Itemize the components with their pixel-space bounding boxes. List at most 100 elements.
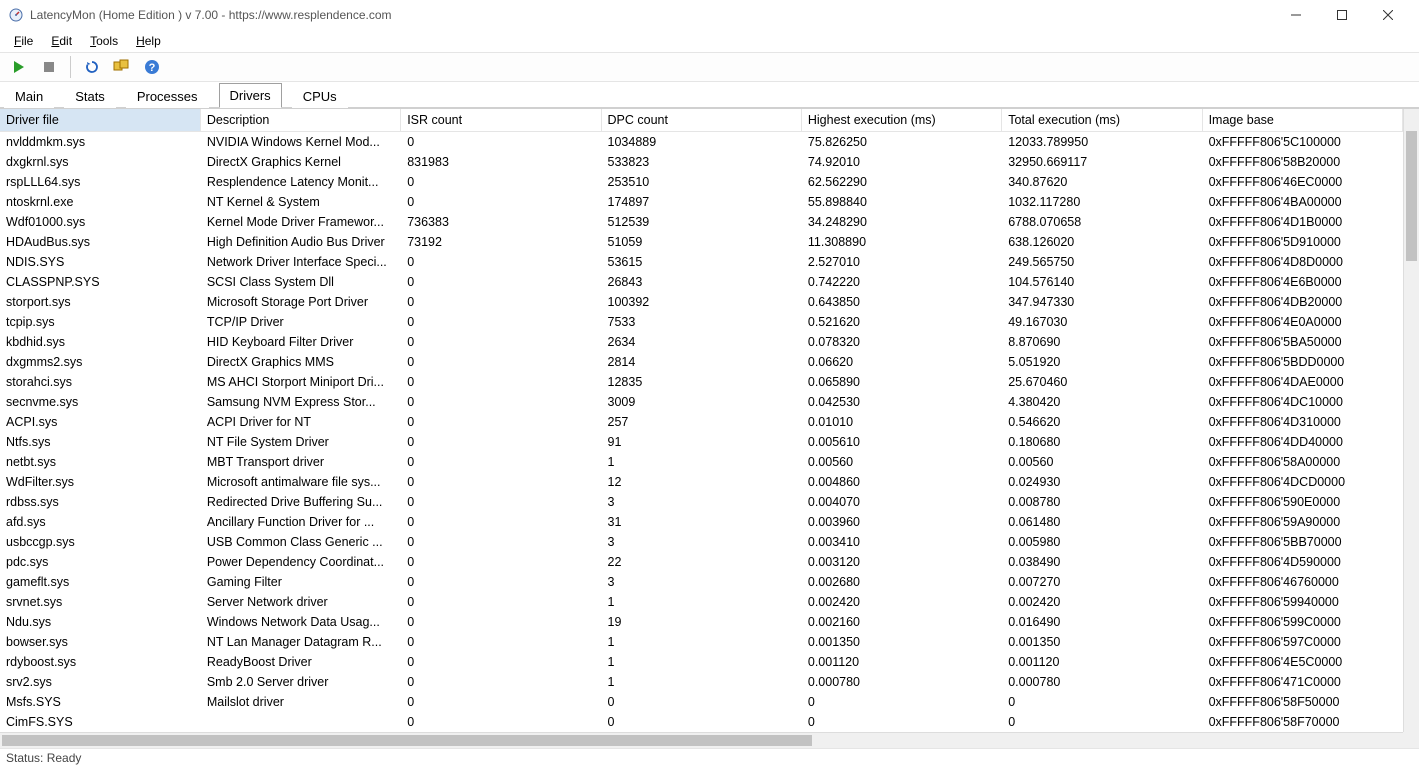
table-cell: usbccgp.sys	[0, 532, 200, 552]
table-cell: storahci.sys	[0, 372, 200, 392]
table-cell: 0	[401, 332, 601, 352]
scroll-corner	[1403, 732, 1419, 748]
tab-stats[interactable]: Stats	[64, 84, 116, 108]
table-cell: Samsung NVM Express Stor...	[200, 392, 400, 412]
table-row[interactable]: tcpip.sysTCP/IP Driver075330.52162049.16…	[0, 312, 1403, 332]
table-cell: Server Network driver	[200, 592, 400, 612]
vertical-scroll-thumb[interactable]	[1406, 131, 1417, 261]
table-row[interactable]: gameflt.sysGaming Filter030.0026800.0072…	[0, 572, 1403, 592]
table-cell: 0.00560	[1002, 452, 1202, 472]
table-cell: 0xFFFFF806'4DD40000	[1202, 432, 1402, 452]
table-row[interactable]: ACPI.sysACPI Driver for NT02570.010100.5…	[0, 412, 1403, 432]
table-row[interactable]: kbdhid.sysHID Keyboard Filter Driver0263…	[0, 332, 1403, 352]
table-row[interactable]: Ndu.sysWindows Network Data Usag...0190.…	[0, 612, 1403, 632]
table-cell: rspLLL64.sys	[0, 172, 200, 192]
column-header[interactable]: ISR count	[401, 109, 601, 132]
table-row[interactable]: CLASSPNP.SYSSCSI Class System Dll0268430…	[0, 272, 1403, 292]
table-cell: rdyboost.sys	[0, 652, 200, 672]
horizontal-scroll-thumb[interactable]	[2, 735, 812, 746]
table-cell: 0.180680	[1002, 432, 1202, 452]
table-row[interactable]: NDIS.SYSNetwork Driver Interface Speci..…	[0, 252, 1403, 272]
table-cell: 0	[401, 712, 601, 732]
table-cell: srvnet.sys	[0, 592, 200, 612]
table-row[interactable]: storport.sysMicrosoft Storage Port Drive…	[0, 292, 1403, 312]
table-cell: 0	[1002, 692, 1202, 712]
maximize-button[interactable]	[1319, 0, 1365, 30]
column-header[interactable]: Description	[200, 109, 400, 132]
menu-edit[interactable]: Edit	[43, 32, 80, 50]
column-header[interactable]: Highest execution (ms)	[801, 109, 1001, 132]
table-row[interactable]: bowser.sysNT Lan Manager Datagram R...01…	[0, 632, 1403, 652]
menu-tools[interactable]: Tools	[82, 32, 126, 50]
table-cell: Msfs.SYS	[0, 692, 200, 712]
table-row[interactable]: rdyboost.sysReadyBoost Driver010.0011200…	[0, 652, 1403, 672]
table-cell: 49.167030	[1002, 312, 1202, 332]
table-cell: Resplendence Latency Monit...	[200, 172, 400, 192]
table-cell: 0.521620	[801, 312, 1001, 332]
table-row[interactable]: secnvme.sysSamsung NVM Express Stor...03…	[0, 392, 1403, 412]
table-row[interactable]: usbccgp.sysUSB Common Class Generic ...0…	[0, 532, 1403, 552]
close-button[interactable]	[1365, 0, 1411, 30]
statusbar: Status: Ready	[0, 748, 1419, 768]
table-cell: 0.004860	[801, 472, 1001, 492]
column-header[interactable]: Total execution (ms)	[1002, 109, 1202, 132]
table-row[interactable]: HDAudBus.sysHigh Definition Audio Bus Dr…	[0, 232, 1403, 252]
table-cell: Mailslot driver	[200, 692, 400, 712]
column-header[interactable]: Image base	[1202, 109, 1402, 132]
table-row[interactable]: pdc.sysPower Dependency Coordinat...0220…	[0, 552, 1403, 572]
table-cell: 0.061480	[1002, 512, 1202, 532]
column-header[interactable]: DPC count	[601, 109, 801, 132]
table-cell: 0xFFFFF806'5D910000	[1202, 232, 1402, 252]
table-row[interactable]: rdbss.sysRedirected Drive Buffering Su..…	[0, 492, 1403, 512]
table-cell: 0.065890	[801, 372, 1001, 392]
help-button[interactable]: ?	[139, 54, 165, 80]
table-cell: 4.380420	[1002, 392, 1202, 412]
table-cell: bowser.sys	[0, 632, 200, 652]
table-cell: 0	[401, 252, 601, 272]
table-cell: WdFilter.sys	[0, 472, 200, 492]
table-row[interactable]: storahci.sysMS AHCI Storport Miniport Dr…	[0, 372, 1403, 392]
table-row[interactable]: CimFS.SYS00000xFFFFF806'58F70000	[0, 712, 1403, 732]
tab-cpus[interactable]: CPUs	[292, 84, 348, 108]
table-cell: 34.248290	[801, 212, 1001, 232]
table-cell: 25.670460	[1002, 372, 1202, 392]
table-cell: 0xFFFFF806'4BA00000	[1202, 192, 1402, 212]
tab-processes[interactable]: Processes	[126, 84, 209, 108]
menu-help[interactable]: Help	[128, 32, 169, 50]
table-row[interactable]: Msfs.SYSMailslot driver00000xFFFFF806'58…	[0, 692, 1403, 712]
table-row[interactable]: ntoskrnl.exeNT Kernel & System017489755.…	[0, 192, 1403, 212]
table-row[interactable]: Wdf01000.sysKernel Mode Driver Framewor.…	[0, 212, 1403, 232]
select-all-button[interactable]	[109, 54, 135, 80]
menu-file[interactable]: File	[6, 32, 41, 50]
table-cell: 3	[601, 492, 801, 512]
tab-drivers[interactable]: Drivers	[219, 83, 282, 108]
table-row[interactable]: netbt.sysMBT Transport driver010.005600.…	[0, 452, 1403, 472]
table-cell: 12	[601, 472, 801, 492]
vertical-scrollbar[interactable]	[1403, 109, 1419, 732]
table-row[interactable]: nvlddmkm.sysNVIDIA Windows Kernel Mod...…	[0, 132, 1403, 152]
column-header[interactable]: Driver file	[0, 109, 200, 132]
table-cell: 0	[801, 692, 1001, 712]
table-cell: 0	[401, 192, 601, 212]
window-title: LatencyMon (Home Edition ) v 7.00 - http…	[30, 8, 1273, 22]
table-row[interactable]: dxgmms2.sysDirectX Graphics MMS028140.06…	[0, 352, 1403, 372]
table-cell: 0	[401, 352, 601, 372]
tab-main[interactable]: Main	[4, 84, 54, 108]
table-row[interactable]: rspLLL64.sysResplendence Latency Monit..…	[0, 172, 1403, 192]
table-row[interactable]: srv2.sysSmb 2.0 Server driver010.0007800…	[0, 672, 1403, 692]
table-cell: 0xFFFFF806'46EC0000	[1202, 172, 1402, 192]
table-row[interactable]: afd.sysAncillary Function Driver for ...…	[0, 512, 1403, 532]
horizontal-scrollbar[interactable]	[0, 732, 1403, 748]
play-button[interactable]	[6, 54, 32, 80]
table-row[interactable]: Ntfs.sysNT File System Driver0910.005610…	[0, 432, 1403, 452]
table-cell: 19	[601, 612, 801, 632]
table-cell: 26843	[601, 272, 801, 292]
minimize-button[interactable]	[1273, 0, 1319, 30]
stop-button[interactable]	[36, 54, 62, 80]
table-cell: 91	[601, 432, 801, 452]
table-row[interactable]: WdFilter.sysMicrosoft antimalware file s…	[0, 472, 1403, 492]
table-row[interactable]: dxgkrnl.sysDirectX Graphics Kernel831983…	[0, 152, 1403, 172]
table-row[interactable]: srvnet.sysServer Network driver010.00242…	[0, 592, 1403, 612]
table-cell: 174897	[601, 192, 801, 212]
refresh-button[interactable]	[79, 54, 105, 80]
